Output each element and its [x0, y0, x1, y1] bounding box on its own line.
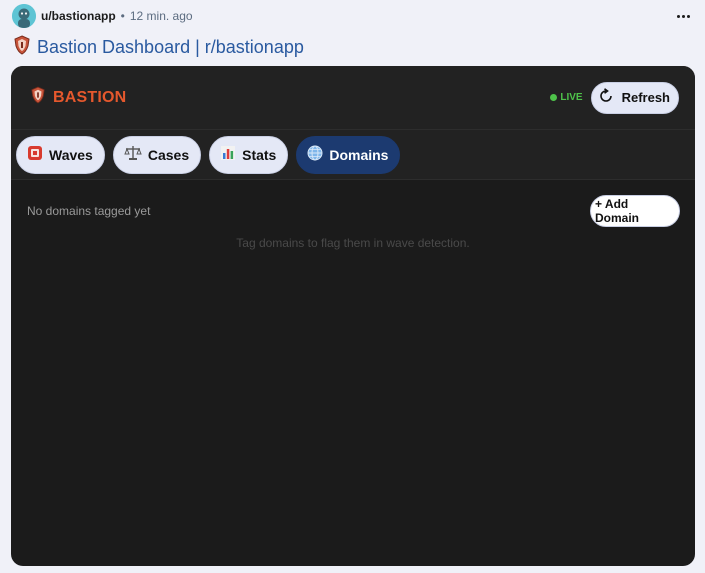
- tab-waves[interactable]: Waves: [16, 135, 105, 174]
- brand: BASTION: [31, 86, 126, 109]
- tab-label: Waves: [49, 146, 93, 163]
- add-domain-button[interactable]: + Add Domain: [590, 195, 680, 227]
- shield-icon: [14, 34, 30, 60]
- post-title[interactable]: Bastion Dashboard | r/bastionapp: [14, 34, 304, 60]
- tab-stats[interactable]: Stats: [209, 135, 289, 174]
- separator: •: [120, 9, 125, 23]
- tab-label: Cases: [147, 146, 190, 163]
- live-dot-icon: [550, 94, 558, 101]
- app-frame: BASTION LIVE Refresh Waves Cases Stats D…: [11, 66, 695, 566]
- empty-state-title: No domains tagged yet: [27, 204, 151, 218]
- tab-domains[interactable]: Domains: [296, 135, 401, 174]
- tab-label: Stats: [242, 146, 277, 163]
- scales-icon: [124, 145, 142, 164]
- shield-icon: [31, 86, 45, 109]
- live-label: LIVE: [560, 92, 583, 103]
- more-options-icon[interactable]: [673, 6, 693, 26]
- live-indicator: LIVE: [550, 92, 583, 103]
- empty-state-hint: Tag domains to flag them in wave detecti…: [236, 236, 470, 250]
- refresh-icon: [598, 88, 614, 107]
- brand-name: BASTION: [53, 88, 127, 106]
- tab-label: Domains: [329, 146, 389, 163]
- bar-chart-icon: [220, 145, 236, 164]
- app-header: BASTION LIVE Refresh: [11, 66, 695, 130]
- globe-icon: [307, 145, 323, 164]
- tab-cases[interactable]: Cases: [112, 135, 202, 174]
- avatar[interactable]: [12, 4, 36, 28]
- post-time: 12 min. ago: [129, 9, 193, 23]
- domains-panel: No domains tagged yet + Add Domain Tag d…: [11, 181, 695, 566]
- post-title-text[interactable]: Bastion Dashboard | r/bastionapp: [37, 37, 304, 58]
- refresh-label: Refresh: [621, 90, 670, 105]
- post-header: u/bastionapp • 12 min. ago: [12, 4, 693, 28]
- tab-bar: Waves Cases Stats Domains: [11, 130, 695, 180]
- post-author[interactable]: u/bastionapp: [41, 9, 116, 23]
- refresh-button[interactable]: Refresh: [590, 81, 679, 114]
- wave-alert-icon: [27, 145, 43, 164]
